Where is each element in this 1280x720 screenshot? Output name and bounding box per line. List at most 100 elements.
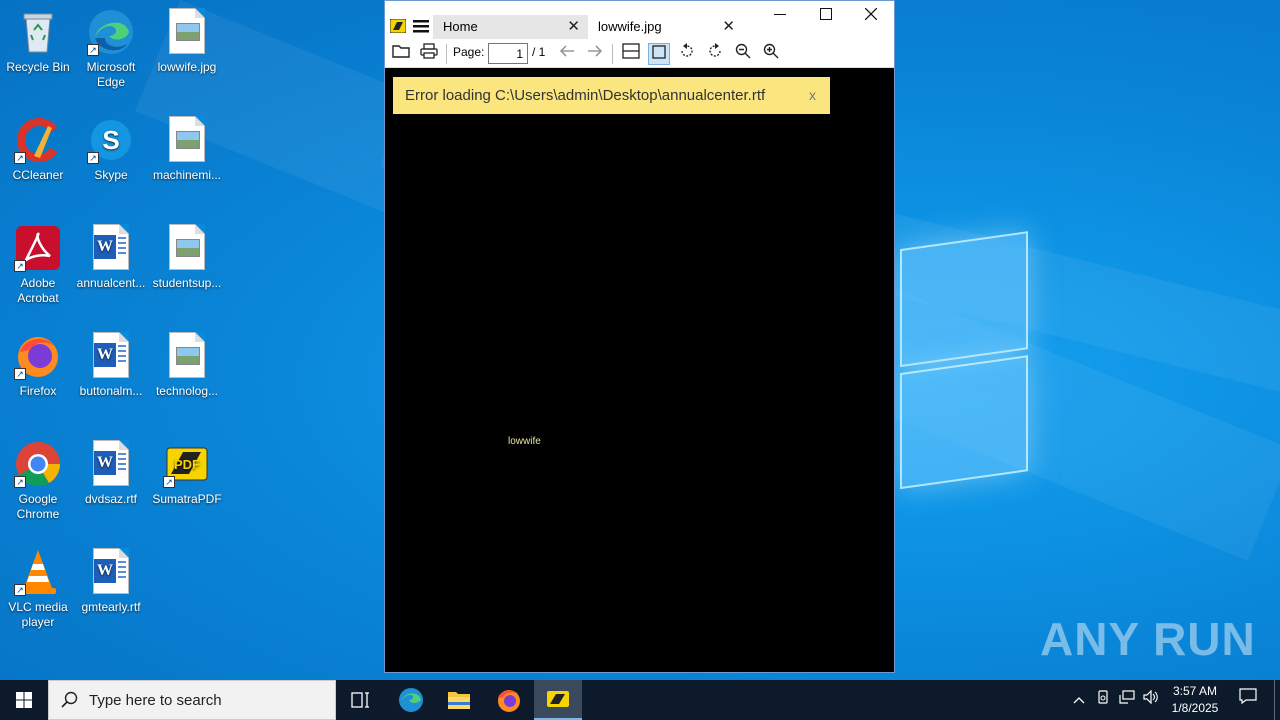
desktop-icon-studentsup[interactable]: studentsup... [149, 224, 225, 291]
error-close-button[interactable]: x [809, 77, 816, 114]
tab-lowwife[interactable]: lowwife.jpg ✕ [588, 15, 743, 39]
image-file-icon [163, 8, 211, 56]
error-notification: Error loading C:\Users\admin\Desktop\ann… [393, 77, 830, 114]
desktop-icon-label: Microsoft Edge [86, 60, 136, 89]
fit-width-icon[interactable] [620, 43, 642, 65]
device-icon [1098, 690, 1108, 704]
network-button[interactable] [1116, 680, 1138, 720]
page-label: Page: [453, 45, 485, 59]
viewer-titlebar: Home ✕ lowwife.jpg ✕ [385, 1, 894, 39]
desktop-icon-label: Google Chrome [16, 492, 60, 521]
app-logo-icon [389, 18, 407, 38]
maximize-button[interactable] [803, 1, 849, 31]
logo-pane [900, 355, 1028, 490]
desktop-icon-firefox[interactable]: ↗ Firefox [0, 332, 76, 399]
word-file-icon: W [87, 548, 135, 596]
minimize-button[interactable] [757, 1, 803, 31]
open-folder-icon[interactable] [390, 43, 412, 65]
task-view-button[interactable] [336, 680, 384, 720]
windows-logo-graphic [900, 231, 1030, 490]
taskbar: Type here to search 3:57 AM 1/8/2025 [0, 680, 1280, 720]
previous-page-icon[interactable] [556, 43, 578, 65]
desktop-icon-label: buttonalm... [79, 384, 143, 398]
windows-start-icon [16, 692, 32, 708]
desktop-icon-machinemi[interactable]: machinemi... [149, 116, 225, 183]
task-view-icon [351, 692, 369, 708]
desktop-icon-annualcent[interactable]: W annualcent... [73, 224, 149, 291]
show-desktop-button[interactable] [1274, 680, 1275, 720]
rotate-left-icon[interactable] [676, 43, 698, 65]
desktop-icon-chrome[interactable]: ↗ Google Chrome [0, 440, 76, 522]
next-page-icon[interactable] [584, 43, 606, 65]
desktop-icon-ccleaner[interactable]: ↗ CCleaner [0, 116, 76, 183]
start-button[interactable] [0, 680, 48, 720]
page-total: / 1 [532, 45, 546, 59]
logo-pane [900, 231, 1028, 368]
hamburger-menu-icon[interactable] [413, 18, 429, 39]
desktop-icon-vlc[interactable]: ↗ VLC media player [0, 548, 76, 630]
desktop-icon-label: studentsup... [152, 276, 222, 290]
taskbar-clock[interactable]: 3:57 AM 1/8/2025 [1160, 683, 1230, 717]
desktop-icon-label: annualcent... [76, 276, 146, 290]
tab-close-icon[interactable]: ✕ [567, 15, 580, 39]
desktop-icon-acrobat[interactable]: ↗ Adobe Acrobat [0, 224, 76, 306]
desktop-icon-technolog[interactable]: technolog... [149, 332, 225, 399]
taskbar-file-explorer[interactable] [435, 680, 483, 720]
word-file-icon: W [87, 440, 135, 488]
tab-close-icon[interactable]: ✕ [722, 15, 735, 39]
desktop-icon-gmtearly[interactable]: W gmtearly.rtf [73, 548, 149, 615]
edge-icon: ↗ [87, 8, 135, 56]
sumatrapdf-icon [547, 691, 569, 707]
taskbar-firefox[interactable] [485, 680, 533, 720]
desktop-icon-label: dvdsaz.rtf [84, 492, 138, 506]
fit-page-icon[interactable] [648, 43, 670, 65]
tab-label: Home [443, 19, 478, 34]
skype-icon: S ↗ [87, 116, 135, 164]
show-hidden-icons-button[interactable] [1068, 680, 1090, 720]
desktop-icon-lowwife[interactable]: lowwife.jpg [149, 8, 225, 75]
tray-device-icon[interactable] [1092, 680, 1114, 720]
desktop-icon-label: Skype [94, 168, 128, 182]
shortcut-arrow-icon: ↗ [14, 260, 26, 272]
desktop-icon-label: gmtearly.rtf [81, 600, 141, 614]
desktop-icon-dvdsaz[interactable]: W dvdsaz.rtf [73, 440, 149, 507]
tab-label: lowwife.jpg [598, 19, 662, 34]
svg-text:PDF: PDF [174, 457, 200, 472]
acrobat-icon: ↗ [14, 224, 62, 272]
shortcut-arrow-icon: ↗ [87, 44, 99, 56]
svg-text:S: S [102, 125, 119, 155]
rotate-right-icon[interactable] [704, 43, 726, 65]
zoom-in-icon[interactable] [760, 43, 782, 65]
desktop-icon-label: CCleaner [12, 168, 64, 182]
maximize-icon [820, 8, 832, 20]
clock-date: 1/8/2025 [1171, 701, 1219, 715]
volume-icon [1143, 689, 1158, 705]
desktop-icon-label: lowwife.jpg [157, 60, 217, 74]
desktop-icon-recycle-bin[interactable]: Recycle Bin [0, 8, 76, 75]
desktop-icon-buttonalm[interactable]: W buttonalm... [73, 332, 149, 399]
notification-icon [1239, 688, 1257, 705]
print-icon[interactable] [418, 43, 440, 65]
search-icon [61, 691, 79, 714]
taskbar-search-box[interactable]: Type here to search [48, 680, 336, 720]
shortcut-arrow-icon: ↗ [163, 476, 175, 488]
notifications-button[interactable] [1232, 680, 1264, 720]
page-number-input[interactable] [488, 43, 528, 64]
close-button[interactable] [848, 1, 894, 31]
taskbar-sumatrapdf[interactable] [534, 680, 582, 720]
image-file-icon [163, 116, 211, 164]
taskbar-edge[interactable] [387, 680, 435, 720]
firefox-icon: ↗ [14, 332, 62, 380]
volume-button[interactable] [1140, 680, 1162, 720]
desktop-icon-label: Adobe Acrobat [17, 276, 59, 305]
desktop-icon-sumatrapdf[interactable]: PDF ↗ SumatraPDF [149, 440, 225, 507]
desktop-icon-skype[interactable]: S ↗ Skype [73, 116, 149, 183]
zoom-out-icon[interactable] [732, 43, 754, 65]
error-message: Error loading C:\Users\admin\Desktop\ann… [405, 87, 766, 104]
shortcut-arrow-icon: ↗ [87, 152, 99, 164]
desktop-icon-edge[interactable]: ↗ Microsoft Edge [73, 8, 149, 90]
desktop-icon-label: Recycle Bin [6, 60, 70, 74]
shortcut-arrow-icon: ↗ [14, 584, 26, 596]
network-icon [1119, 690, 1135, 704]
tab-home[interactable]: Home ✕ [433, 15, 588, 39]
